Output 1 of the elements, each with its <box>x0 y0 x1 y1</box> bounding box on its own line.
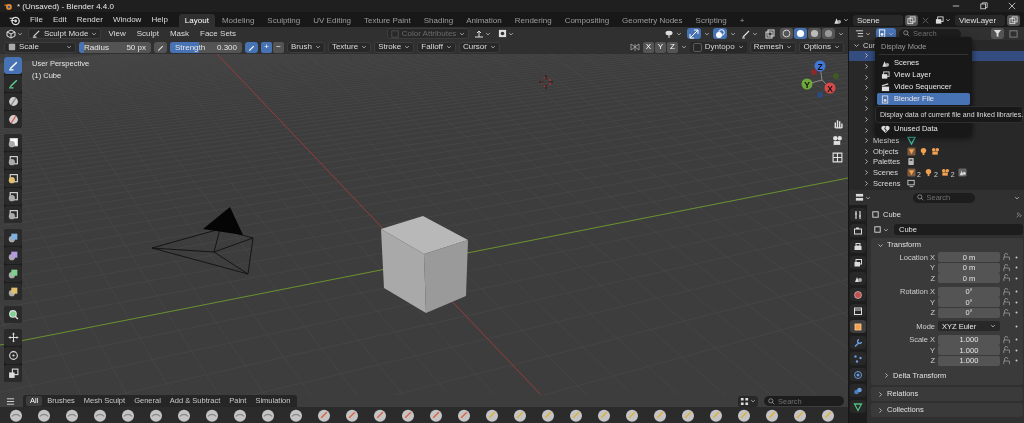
window-title: * (Unsaved) - Blender 4.4.0 <box>17 1 114 11</box>
